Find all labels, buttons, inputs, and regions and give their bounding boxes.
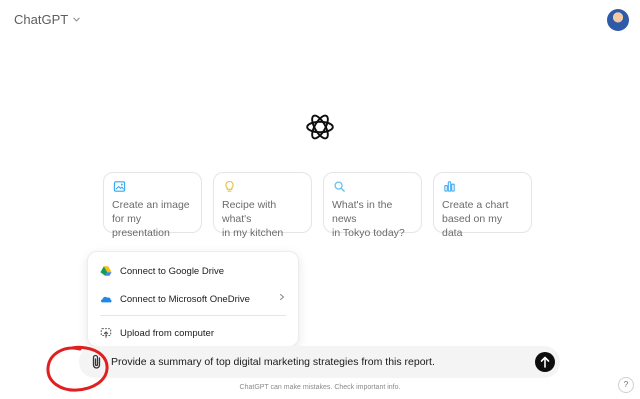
card-line: What's in the news [332,199,393,225]
suggestion-cards: Create an image for my presentation Recip… [103,172,532,239]
chevron-right-icon [279,293,285,301]
menu-divider [100,315,286,316]
help-button[interactable]: ? [618,377,634,393]
model-name: ChatGPT [14,12,69,27]
image-icon [113,181,126,192]
attach-menu: Connect to Google Drive Connect to Micro… [87,251,299,347]
menu-item-google-drive[interactable]: Connect to Google Drive [100,265,224,277]
card-line: Create an image [112,199,190,211]
suggestion-card-image[interactable]: Create an image for my presentation [103,172,202,239]
search-icon [334,181,345,192]
disclaimer-text: ChatGPT can make mistakes. Check importa… [239,384,401,391]
send-button[interactable] [535,352,555,372]
paperclip-icon[interactable] [88,353,106,371]
card-line: Recipe with what's [222,199,277,225]
user-avatar[interactable] [607,9,629,31]
openai-logo-icon [306,114,334,140]
top-bar: ChatGPT [0,0,640,40]
suggestion-card-chart[interactable]: Create a chart based on my data [433,172,532,239]
card-line: Create a chart [442,199,509,211]
suggestion-card-news[interactable]: What's in the news in Tokyo today? [323,172,422,239]
upload-computer-icon [100,328,112,338]
onedrive-icon [100,296,112,303]
bar-chart-icon [444,181,455,192]
card-line: in my kitchen [222,227,284,239]
menu-item-upload[interactable]: Upload from computer [100,327,214,339]
suggestion-card-recipe[interactable]: Recipe with what's in my kitchen [213,172,312,239]
model-selector[interactable]: ChatGPT [14,12,81,27]
lightbulb-icon [225,180,234,192]
card-line: for my presentation [112,213,170,239]
menu-item-label: Upload from computer [120,327,214,339]
chevron-down-icon [73,17,80,22]
arrow-up-icon [540,356,550,368]
google-drive-icon [100,266,112,276]
card-line: in Tokyo today? [332,227,405,239]
menu-item-label: Connect to Microsoft OneDrive [120,293,250,305]
menu-item-onedrive[interactable]: Connect to Microsoft OneDrive [100,293,250,305]
menu-item-label: Connect to Google Drive [120,265,225,277]
card-line: based on my data [442,213,503,239]
prompt-input[interactable]: Provide a summary of top digital marketi… [111,356,435,368]
